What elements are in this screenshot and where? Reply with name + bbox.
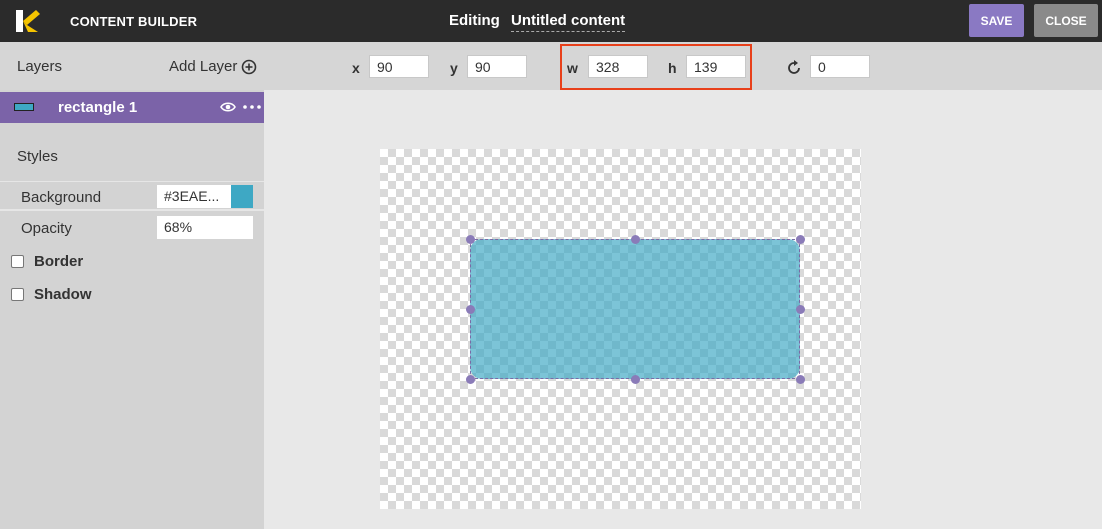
plus-circle-icon [242,59,257,74]
resize-handle-left[interactable] [466,305,475,314]
design-canvas[interactable] [380,149,861,509]
opacity-label: Opacity [21,220,72,237]
background-label: Background [21,189,102,206]
shadow-label: Shadow [34,286,92,303]
y-label: y [450,60,458,76]
editing-label: Editing [449,12,500,29]
w-label: w [567,60,578,76]
app-logo-icon [16,10,40,32]
add-layer-button[interactable]: Add Layer [169,58,257,75]
width-input[interactable] [588,55,648,78]
rotation-input[interactable] [810,55,870,78]
resize-handle-right[interactable] [796,305,805,314]
layers-header: Layers Add Layer [0,42,264,90]
background-color-swatch[interactable] [231,185,253,208]
more-options-icon[interactable] [243,105,261,109]
close-button[interactable]: CLOSE [1034,4,1098,37]
height-input[interactable] [686,55,746,78]
top-bar: CONTENT BUILDER Editing Untitled content… [0,0,1102,42]
rotate-icon [788,60,800,74]
shadow-checkbox[interactable] [11,288,24,301]
layer-item[interactable]: rectangle 1 [0,92,264,123]
save-button[interactable]: SAVE [969,4,1024,37]
styles-title: Styles [17,148,58,165]
opacity-row: Opacity 68% [0,213,264,243]
resize-handle-bottom[interactable] [631,375,640,384]
add-layer-label: Add Layer [169,58,238,75]
resize-handle-bottom-left[interactable] [466,375,475,384]
app-title: CONTENT BUILDER [70,14,198,29]
h-label: h [668,60,677,76]
resize-handle-bottom-right[interactable] [796,375,805,384]
border-option[interactable]: Border [11,253,83,270]
selection-box [470,239,800,379]
shadow-option[interactable]: Shadow [11,286,92,303]
layer-name: rectangle 1 [58,99,138,116]
sidebar: Layers Add Layer rectangle 1 Styles Back… [0,42,264,529]
border-label: Border [34,253,84,270]
opacity-input[interactable]: 68% [157,216,253,239]
border-checkbox[interactable] [11,255,24,268]
layer-thumbnail [14,103,34,111]
x-input[interactable] [369,55,429,78]
resize-handle-top-right[interactable] [796,235,805,244]
transform-toolbar: x y w h [264,42,1102,90]
document-title[interactable]: Untitled content [511,12,626,32]
background-row: Background #3EAE... [0,181,264,211]
background-color-input[interactable]: #3EAE... [157,185,231,208]
resize-handle-top-left[interactable] [466,235,475,244]
layers-title: Layers [17,58,63,75]
resize-handle-top[interactable] [631,235,640,244]
eye-icon[interactable] [220,101,236,113]
x-label: x [352,60,360,76]
y-input[interactable] [467,55,527,78]
